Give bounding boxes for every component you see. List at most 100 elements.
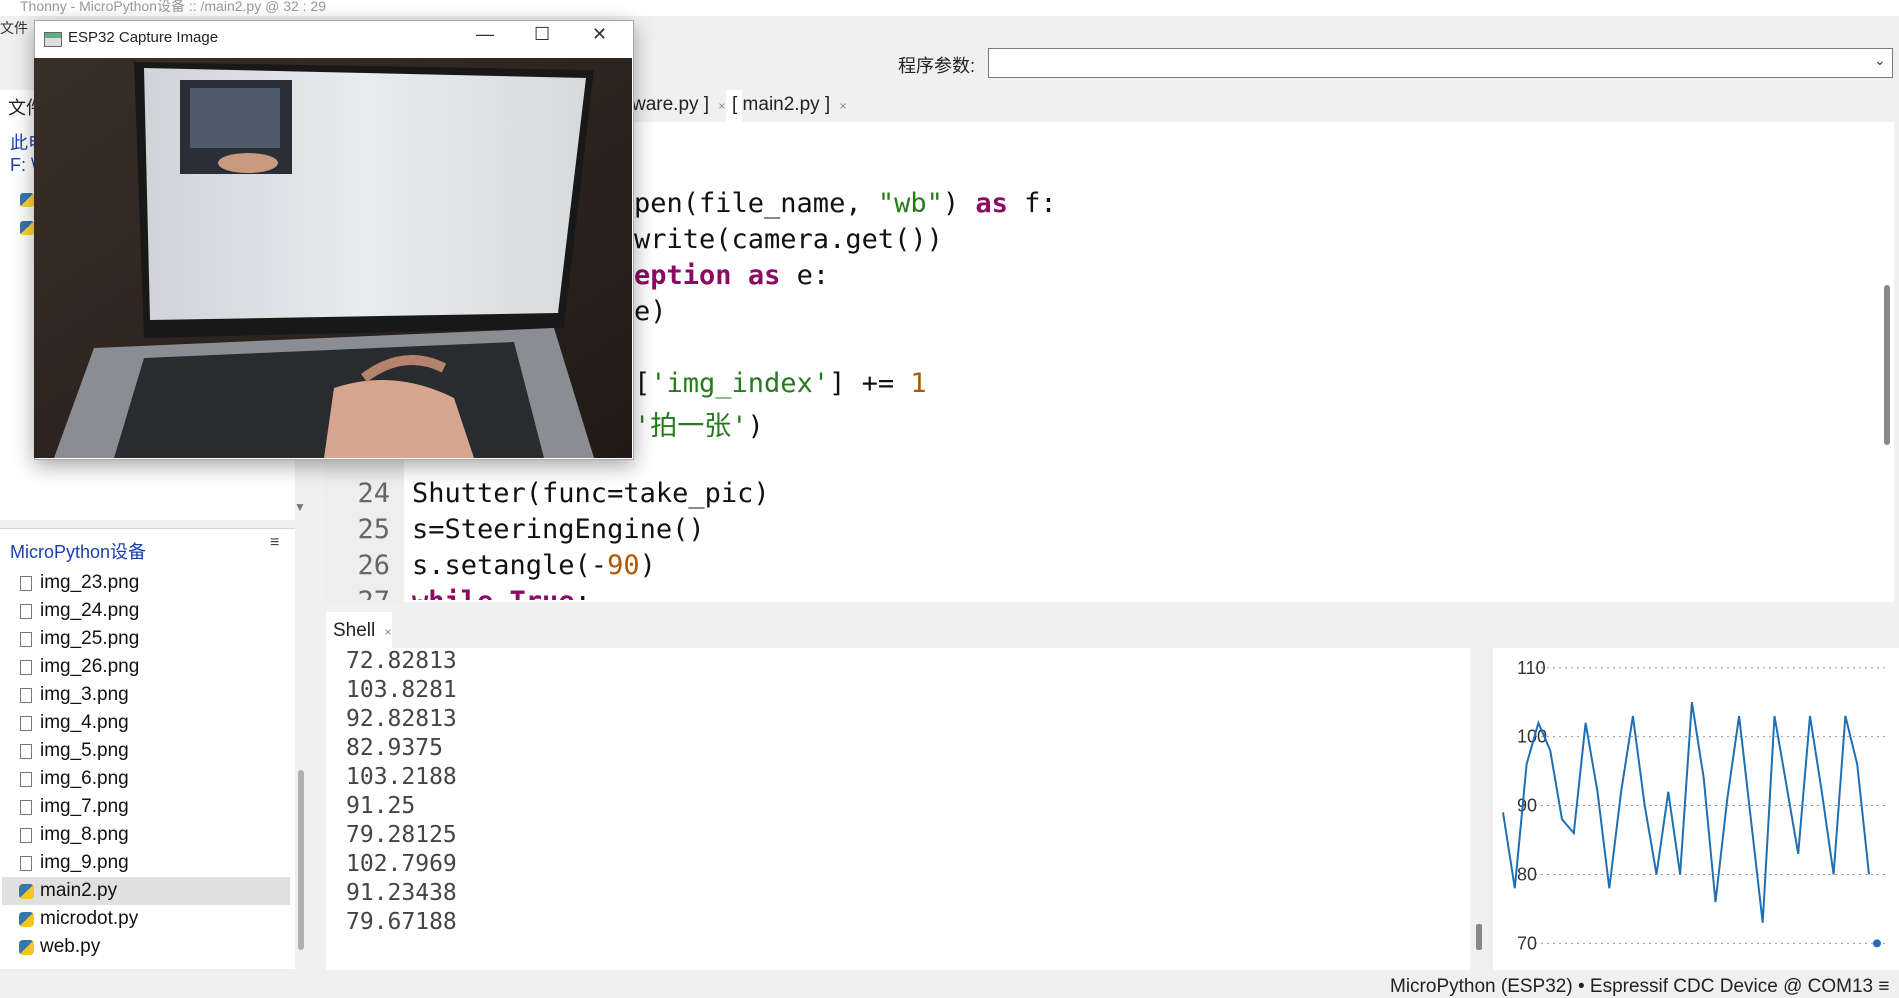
line-number: 25 (357, 514, 390, 545)
code-line: eption as e: (634, 260, 830, 291)
capture-window-title: ESP32 Capture Image (68, 29, 219, 46)
file-name: img_8.png (40, 824, 129, 845)
file-name: img_25.png (40, 628, 140, 649)
file-icon (20, 659, 32, 675)
file-icon (20, 687, 32, 703)
tab-main2-py[interactable]: [ main2.py ] × (732, 94, 847, 116)
maximize-icon[interactable]: ☐ (534, 24, 550, 45)
file-name: web.py (40, 936, 101, 957)
y-tick-label: 80 (1517, 864, 1537, 884)
shell-tabbar (326, 612, 1899, 648)
shell-output-line: 82.9375 (346, 735, 443, 761)
device-file-item[interactable]: img_24.png (2, 597, 290, 625)
code-line: pen(file_name, "wb") as f: (634, 188, 1057, 219)
plotter: 70 80 90 100 110 (1493, 648, 1899, 970)
file-icon (20, 575, 32, 591)
shell-output-line: 79.67188 (346, 909, 457, 935)
pane-menu-icon[interactable]: ≡ (270, 534, 279, 552)
device-file-item[interactable]: img_9.png (2, 849, 290, 877)
code-line: e) (634, 296, 667, 327)
tab-shell[interactable]: Shell × (333, 620, 392, 642)
file-name: img_23.png (40, 572, 140, 593)
file-name: img_26.png (40, 656, 140, 677)
y-tick-label: 110 (1517, 658, 1546, 678)
code-line: s.setangle(-90) (412, 550, 656, 581)
plot-marker (1873, 939, 1881, 948)
file-icon (20, 855, 32, 871)
device-pane-title: MicroPython设备 (10, 542, 147, 562)
tab-label: ware.py ] (632, 94, 710, 115)
shell-console[interactable] (326, 648, 1470, 970)
code-line: ['img_index'] += 1 (634, 368, 927, 399)
file-name: img_9.png (40, 852, 129, 873)
file-name: img_7.png (40, 796, 129, 817)
camera-image (34, 58, 632, 458)
tab-label: [ main2.py ] (732, 94, 831, 115)
file-name: img_4.png (40, 712, 129, 733)
shell-output-line: 91.25 (346, 793, 416, 819)
editor-scrollbar[interactable] (1884, 285, 1890, 445)
app-title: Thonny - MicroPython设备 :: /main2.py @ 32… (20, 0, 327, 14)
file-name: main2.py (40, 880, 118, 901)
file-name: microdot.py (40, 908, 139, 929)
file-name: img_6.png (40, 768, 129, 789)
device-file-item[interactable]: img_25.png (2, 625, 290, 653)
device-file-item[interactable]: microdot.py (2, 905, 290, 933)
backend-status[interactable]: MicroPython (ESP32) • Espressif CDC Devi… (1390, 976, 1890, 998)
device-file-item[interactable]: img_5.png (2, 737, 290, 765)
y-tick-label: 90 (1517, 796, 1537, 816)
file-icon (20, 603, 32, 619)
menu-file[interactable]: 文件 (0, 18, 28, 38)
device-file-item[interactable]: img_6.png (2, 765, 290, 793)
python-file-icon (19, 911, 34, 927)
y-tick-label: 70 (1517, 933, 1537, 953)
tab-close-icon[interactable]: × (718, 99, 725, 113)
device-file-item[interactable]: img_4.png (2, 709, 290, 737)
device-file-item[interactable]: img_3.png (2, 681, 290, 709)
plot-chart: 708090100110 (1502, 658, 1889, 953)
python-file-icon (20, 221, 34, 235)
file-name: img_24.png (40, 600, 140, 621)
tab-close-icon[interactable]: × (385, 625, 392, 639)
line-number: 27 (330, 586, 390, 600)
device-file-item[interactable]: img_8.png (2, 821, 290, 849)
device-file-item[interactable]: img_26.png (2, 653, 290, 681)
device-pane-scrollbar[interactable] (298, 770, 304, 950)
line-number: 24 (357, 478, 390, 509)
shell-output-line: 103.2188 (346, 764, 457, 790)
device-file-item[interactable]: web.py (2, 933, 290, 961)
device-file-item[interactable]: img_23.png (2, 569, 290, 597)
program-args-input[interactable] (988, 48, 1893, 78)
file-name: img_3.png (40, 684, 129, 705)
shell-output-line: 92.82813 (346, 706, 457, 732)
tab-ware-py[interactable]: ware.py ] × (632, 94, 725, 116)
plot-series-line (1502, 702, 1870, 923)
file-icon (20, 827, 32, 843)
file-icon (20, 799, 32, 815)
close-icon[interactable]: ✕ (592, 24, 607, 45)
shell-output-line: 79.28125 (346, 822, 457, 848)
shell-output-line: 91.23438 (346, 880, 457, 906)
tab-label: Shell (333, 620, 376, 641)
minimize-icon[interactable]: — (476, 24, 494, 45)
file-icon (20, 715, 32, 731)
shell-scrollbar[interactable] (1476, 924, 1482, 950)
file-icon (20, 631, 32, 647)
code-line: write(camera.get()) (634, 224, 943, 255)
scroll-down-arrow-icon[interactable]: ▼ (294, 500, 306, 514)
file-name: img_5.png (40, 740, 129, 761)
code-line: while True: (412, 586, 591, 600)
line-number: 26 (357, 550, 390, 581)
shell-output-line: 103.8281 (346, 677, 457, 703)
chevron-down-icon[interactable]: ⌄ (1874, 52, 1886, 69)
shell-output-line: 72.82813 (346, 648, 457, 674)
python-file-icon (19, 883, 34, 899)
file-icon (20, 743, 32, 759)
file-icon (20, 771, 32, 787)
device-file-item[interactable]: img_7.png (2, 793, 290, 821)
code-line: s=SteeringEngine() (412, 514, 705, 545)
tab-close-icon[interactable]: × (840, 99, 847, 113)
python-file-icon (20, 193, 34, 207)
device-file-item[interactable]: main2.py (2, 877, 290, 905)
python-file-icon (19, 939, 34, 955)
